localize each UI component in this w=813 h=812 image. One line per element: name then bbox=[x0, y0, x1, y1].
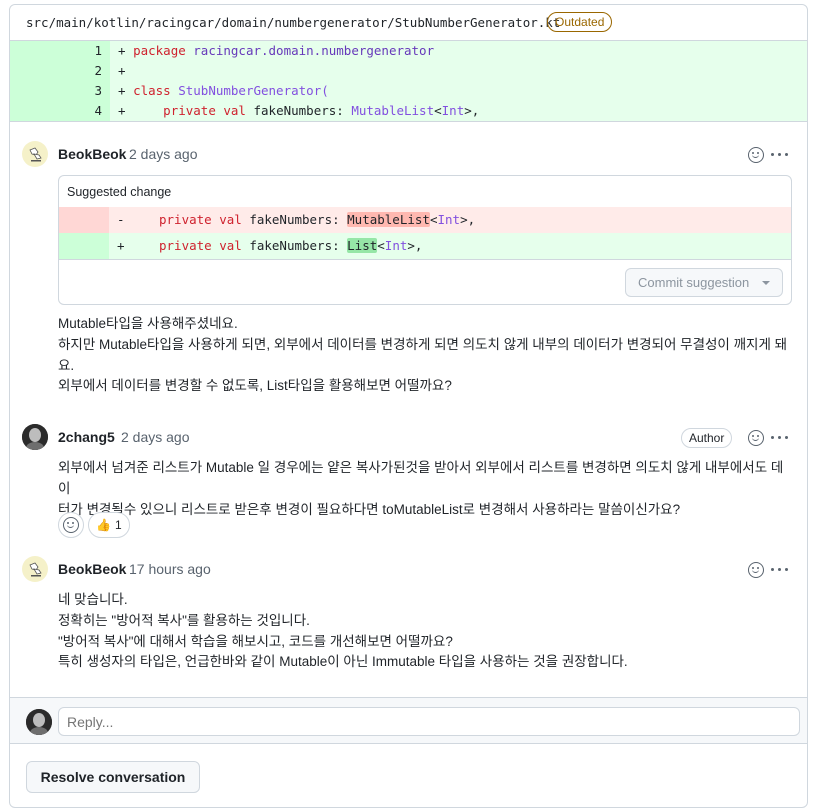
thumbs-up-icon: 👍 bbox=[96, 518, 111, 532]
diff-sign: + bbox=[118, 63, 126, 78]
code-type: List bbox=[347, 238, 378, 253]
smiley-icon bbox=[63, 517, 79, 533]
line-number: 4 bbox=[10, 101, 110, 121]
add-reaction-icon[interactable] bbox=[748, 430, 764, 446]
comment-body: 외부에서 넘겨준 리스트가 Mutable 일 경우에는 얕은 복사가된것을 받… bbox=[58, 460, 784, 517]
file-path[interactable]: src/main/kotlin/racingcar/domain/numberg… bbox=[26, 15, 560, 30]
file-header: src/main/kotlin/racingcar/domain/numberg… bbox=[10, 5, 807, 41]
resolve-conversation-button[interactable]: Resolve conversation bbox=[26, 761, 200, 793]
code-type: Int bbox=[441, 103, 465, 118]
suggestion-added-line: + private val fakeNumbers: List<Int>, bbox=[59, 233, 791, 260]
conversation: BeokBeok 2 days ago Suggested change - p… bbox=[10, 121, 807, 698]
diff-line: 4 + private val fakeNumbers: MutableList… bbox=[10, 101, 807, 121]
bird-avatar-icon bbox=[29, 147, 42, 162]
add-reaction-button[interactable] bbox=[58, 512, 84, 538]
avatar[interactable] bbox=[22, 424, 48, 450]
comment-time[interactable]: 2 days ago bbox=[129, 146, 198, 162]
reply-area bbox=[10, 697, 807, 744]
comment-time[interactable]: 2 days ago bbox=[121, 429, 190, 445]
suggested-change-title: Suggested change bbox=[67, 185, 172, 199]
person-avatar-icon bbox=[22, 424, 48, 450]
add-reaction-icon[interactable] bbox=[748, 147, 764, 163]
add-reaction-icon[interactable] bbox=[748, 562, 764, 578]
code-keyword: package bbox=[133, 43, 186, 58]
diff-sign: + bbox=[118, 83, 126, 98]
bird-avatar-icon bbox=[29, 562, 42, 577]
line-number: 1 bbox=[10, 41, 110, 61]
reply-input[interactable] bbox=[58, 707, 800, 736]
diff-line: 1 + package racingcar.domain.numbergener… bbox=[10, 41, 807, 61]
more-options-icon[interactable] bbox=[771, 436, 789, 440]
diff-sign: + bbox=[118, 103, 126, 118]
suggested-change-box: Suggested change - private val fakeNumbe… bbox=[58, 175, 792, 305]
current-user-avatar bbox=[26, 709, 52, 735]
code-type: MutableList bbox=[351, 103, 435, 118]
outdated-badge: Outdated bbox=[547, 12, 613, 32]
reaction-count: 1 bbox=[115, 518, 122, 532]
thumbs-up-reaction[interactable]: 👍 1 bbox=[88, 512, 130, 538]
avatar[interactable] bbox=[22, 141, 48, 167]
caret-down-icon bbox=[762, 281, 770, 285]
diff-line: 2 + bbox=[10, 61, 807, 81]
code-text: StubNumberGenerator( bbox=[170, 83, 329, 98]
person-avatar-icon bbox=[26, 709, 52, 735]
code-keyword: private val bbox=[163, 103, 246, 118]
comment-author[interactable]: 2chang5 bbox=[58, 429, 115, 445]
avatar[interactable] bbox=[22, 556, 48, 582]
comment-body: Mutable타입을 사용해주셨네요. 하지만 Mutable타입을 사용하게 … bbox=[58, 316, 788, 394]
more-options-icon[interactable] bbox=[771, 153, 789, 157]
comment-author[interactable]: BeokBeok bbox=[58, 561, 126, 577]
code-keyword: class bbox=[133, 83, 171, 98]
diff-line: 3 + class StubNumberGenerator( bbox=[10, 81, 807, 101]
line-number: 2 bbox=[10, 61, 110, 81]
code-text: fakeNumbers: bbox=[245, 103, 352, 118]
comment-author[interactable]: BeokBeok bbox=[58, 146, 126, 162]
comment-body: 네 맞습니다. 정확히는 "방어적 복사"를 활용하는 것입니다. "방어적 복… bbox=[58, 592, 628, 670]
diff-sign: + bbox=[118, 43, 126, 58]
author-badge: Author bbox=[681, 428, 733, 448]
suggestion-deleted-line: - private val fakeNumbers: MutableList<I… bbox=[59, 207, 791, 233]
commit-suggestion-button[interactable]: Commit suggestion bbox=[625, 268, 783, 297]
more-options-icon[interactable] bbox=[771, 568, 789, 572]
code-text: racingcar.domain.numbergenerator bbox=[185, 43, 435, 58]
code-type: MutableList bbox=[347, 212, 430, 227]
diff-hunk: 1 + package racingcar.domain.numbergener… bbox=[10, 41, 807, 121]
comment-time[interactable]: 17 hours ago bbox=[129, 561, 211, 577]
line-number: 3 bbox=[10, 81, 110, 101]
